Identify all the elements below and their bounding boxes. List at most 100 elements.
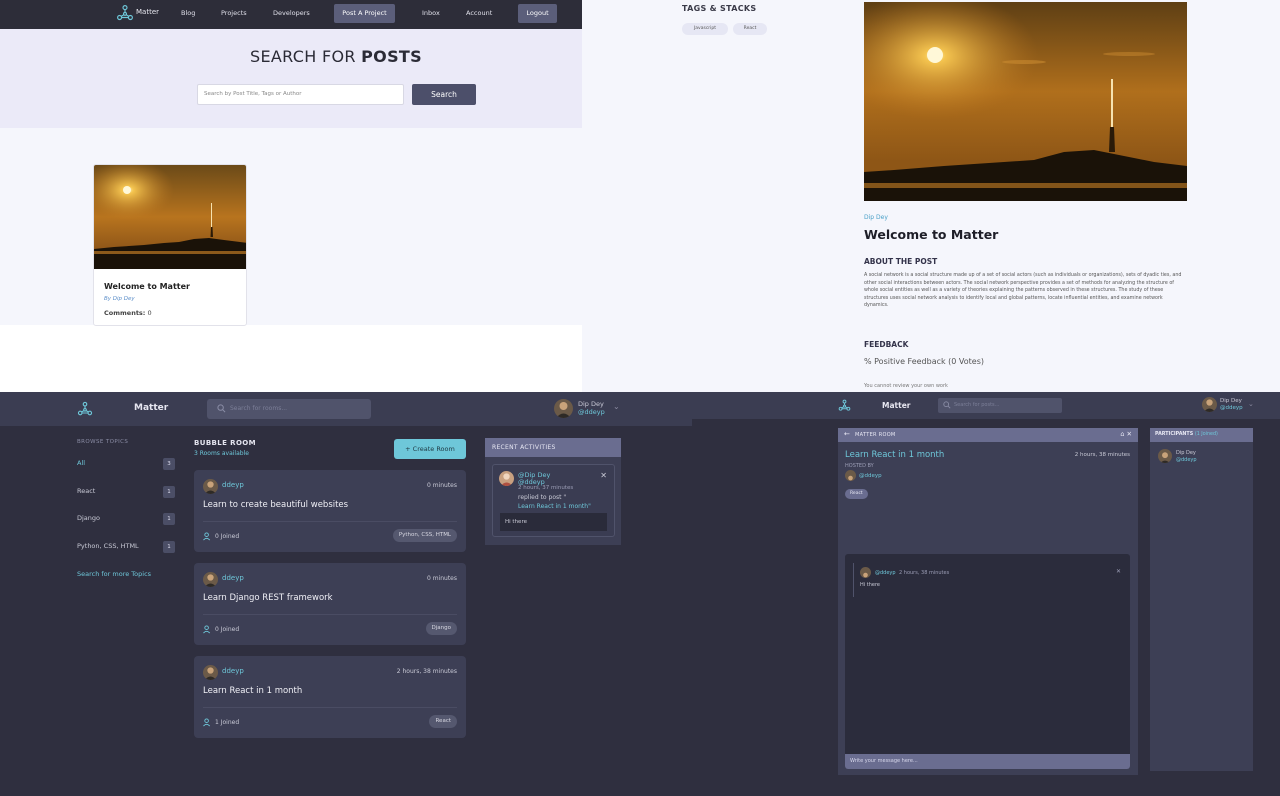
room-actions-icons[interactable]: ⌂ ✕	[1120, 430, 1132, 438]
room-header: ← MATTER ROOM ⌂ ✕	[838, 428, 1138, 442]
room-panel: ← MATTER ROOM ⌂ ✕ Learn React in 1 month…	[838, 428, 1138, 775]
more-topics-link[interactable]: Search for more Topics	[77, 570, 151, 578]
post-title[interactable]: Welcome to Matter	[104, 282, 190, 291]
message-input[interactable]: Write your message here...	[845, 754, 1130, 769]
chevron-down-icon[interactable]: ⌄	[613, 402, 620, 411]
nav-link-blog[interactable]: Blog	[181, 9, 195, 17]
users-icon	[203, 625, 211, 634]
room-card[interactable]: ddeyp 0 minutes Learn to create beautifu…	[194, 470, 466, 552]
room-topic-tag[interactable]: Django	[425, 622, 457, 635]
participants-panel: PARTICIPANTS (1 Joined) Dip Dey @ddeyp	[1150, 428, 1253, 771]
user-handle[interactable]: @ddeyp	[1220, 405, 1243, 411]
avatar[interactable]	[499, 471, 514, 486]
room-detail-page: Matter Search for posts... Dip Dey @ddey…	[692, 392, 1280, 796]
recent-activities-title: RECENT ACTIVITIES	[485, 438, 621, 457]
nav-link-account[interactable]: Account	[466, 9, 492, 17]
arrow-left-icon[interactable]: ←	[844, 430, 850, 438]
activity-room-link[interactable]: Learn React in 1 month"	[518, 503, 591, 510]
post-author[interactable]: By Dip Dey	[104, 296, 135, 302]
participant-handle[interactable]: @ddeyp	[1176, 457, 1197, 463]
delete-message-icon[interactable]: ✕	[1116, 568, 1121, 575]
avatar[interactable]	[203, 572, 218, 587]
close-icon[interactable]: ✕	[600, 471, 607, 480]
room-host[interactable]: ddeyp	[222, 667, 244, 675]
tag-react[interactable]: React	[733, 23, 767, 35]
search-button[interactable]: Search	[412, 84, 476, 105]
room-host[interactable]: @ddeyp	[859, 473, 882, 479]
search-page: Matter Blog Projects Developers Post A P…	[0, 0, 582, 392]
create-room-label: Create Room	[412, 445, 455, 453]
avatar[interactable]	[203, 479, 218, 494]
brand-name[interactable]: Matter	[134, 403, 168, 413]
user-name[interactable]: Dip Dey	[578, 400, 604, 408]
title-light: SEARCH FOR	[250, 47, 362, 66]
top-navbar: Matter Search for rooms... Dip Dey @ddey…	[0, 392, 692, 426]
search-input[interactable]: Search by Post Title, Tags or Author	[197, 84, 404, 105]
room-search-placeholder: Search for rooms...	[230, 405, 288, 412]
room-title[interactable]: Learn to create beautiful websites	[203, 500, 348, 510]
room-topic-tag[interactable]: React	[429, 715, 457, 728]
chevron-down-icon[interactable]: ⌄	[1248, 400, 1254, 408]
avatar[interactable]	[1158, 449, 1172, 463]
page-title: SEARCH FOR POSTS	[0, 47, 582, 66]
room-time: 2 hours, 38 minutes	[396, 668, 457, 675]
participants-label: PARTICIPANTS	[1155, 432, 1195, 437]
matter-logo-icon[interactable]	[77, 401, 93, 417]
avatar[interactable]	[860, 567, 871, 578]
topic-all[interactable]: All	[77, 459, 85, 467]
activity-message: Hi there	[500, 513, 607, 531]
post-author-link[interactable]: Dip Dey	[864, 214, 888, 221]
post-card[interactable]: Welcome to Matter By Dip Dey Comments: 0	[93, 164, 247, 326]
brand-name[interactable]: Matter	[882, 401, 910, 410]
room-host[interactable]: ddeyp	[222, 574, 244, 582]
room-card[interactable]: ddeyp 2 hours, 38 minutes Learn React in…	[194, 656, 466, 738]
tag-javascript[interactable]: Javascript	[682, 23, 728, 35]
matter-logo-icon[interactable]	[116, 4, 134, 22]
activity-text: replied to post "	[518, 494, 567, 501]
user-handle[interactable]: @ddeyp	[578, 408, 605, 416]
nav-link-developers[interactable]: Developers	[273, 9, 310, 17]
feedback-heading: FEEDBACK	[864, 340, 909, 349]
topic-count: 3	[163, 458, 175, 470]
activity-item: @Dip Dey @ddeyp 2 hours, 37 minutes repl…	[492, 464, 615, 537]
participants-count: (1 Joined)	[1194, 432, 1218, 437]
top-navbar: Matter Blog Projects Developers Post A P…	[0, 0, 582, 29]
user-name[interactable]: Dip Dey	[1220, 398, 1242, 404]
avatar[interactable]	[1202, 397, 1217, 412]
create-room-button[interactable]: + Create Room	[394, 439, 466, 459]
message-text: Hi there	[860, 582, 880, 588]
participant-name[interactable]: Dip Dey	[1176, 450, 1196, 456]
browse-topics-title: BROWSE TOPICS	[77, 439, 129, 445]
nav-link-projects[interactable]: Projects	[221, 9, 247, 17]
hosted-by-label: HOSTED BY	[845, 463, 874, 469]
results-area	[0, 128, 582, 325]
topic-django[interactable]: Django	[77, 514, 100, 522]
room-title[interactable]: Learn React in 1 month	[203, 686, 302, 696]
post-cover-image	[864, 2, 1187, 201]
message-author[interactable]: @ddeyp	[875, 570, 896, 576]
post-detail-page: TAGS & STACKS Javascript React Dip Dey W…	[582, 0, 1280, 392]
room-topic-tag[interactable]: React	[845, 489, 868, 499]
room-title[interactable]: Learn Django REST framework	[203, 593, 333, 603]
logout-button[interactable]: Logout	[518, 4, 557, 23]
topic-python-css-html[interactable]: Python, CSS, HTML	[77, 542, 139, 550]
room-list-title: BUBBLE ROOM	[194, 439, 257, 447]
room-topic-tag[interactable]: Python, CSS, HTML	[392, 529, 457, 542]
post-title: Welcome to Matter	[864, 227, 999, 242]
avatar[interactable]	[203, 665, 218, 680]
plus-icon: +	[405, 445, 411, 453]
divider	[203, 614, 457, 615]
nav-link-inbox[interactable]: Inbox	[422, 9, 440, 17]
message-item: @ddeyp 2 hours, 38 minutes ✕ Hi there	[853, 563, 1121, 597]
avatar[interactable]	[554, 399, 573, 418]
matter-logo-icon[interactable]	[838, 399, 851, 412]
room-host[interactable]: ddeyp	[222, 481, 244, 489]
room-card[interactable]: ddeyp 0 minutes Learn Django REST framew…	[194, 563, 466, 645]
brand-name[interactable]: Matter	[136, 8, 159, 16]
avatar[interactable]	[845, 470, 856, 481]
post-project-button[interactable]: Post A Project	[334, 4, 395, 23]
topic-count: 1	[163, 513, 175, 525]
post-search-placeholder: Search for posts...	[954, 402, 1000, 408]
topic-react[interactable]: React	[77, 487, 95, 495]
post-comments: Comments: 0	[104, 309, 152, 317]
